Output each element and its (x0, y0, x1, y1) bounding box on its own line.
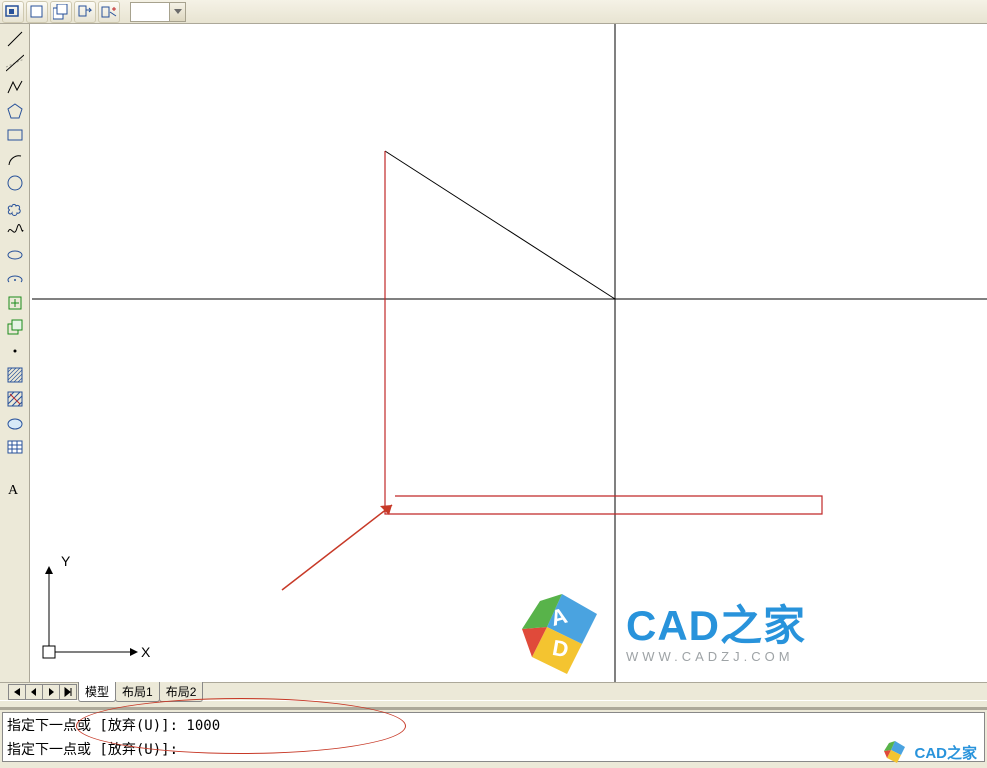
watermark-small-text: CAD之家 (915, 742, 978, 763)
drawing-svg: Y X (32, 24, 987, 682)
watermark-logo: A D CAD之家 WWW.CADZJ.COM (512, 589, 806, 679)
insert-block-tool[interactable] (3, 292, 27, 314)
tab-layout1[interactable]: 布局1 (115, 682, 160, 702)
gradient-tool[interactable] (3, 388, 27, 410)
circle-tool[interactable] (3, 172, 27, 194)
line-tool[interactable] (3, 28, 27, 50)
tab-model[interactable]: 模型 (78, 682, 116, 702)
polygon-tool[interactable] (3, 100, 27, 122)
tab-layout2[interactable]: 布局2 (159, 682, 204, 702)
scale-dropdown[interactable] (130, 2, 186, 22)
watermark-main: CAD之家 (626, 605, 806, 647)
tab-prev-icon[interactable] (25, 684, 43, 700)
arc-tool[interactable] (3, 148, 27, 170)
command-history-line: 指定下一点或 [放弃(U)]: 1000 (3, 713, 984, 737)
mtext-tool[interactable]: A (3, 478, 27, 500)
view-regen-icon[interactable] (98, 1, 120, 23)
spline-tool[interactable] (3, 220, 27, 242)
tab-last-icon[interactable] (59, 684, 77, 700)
watermark-small: CAD之家 (881, 740, 978, 764)
command-window: 指定下一点或 [放弃(U)]: 1000 指定下一点或 [放弃(U)]: (0, 708, 987, 762)
view-zoom-window-icon[interactable] (26, 1, 48, 23)
hatch-tool[interactable] (3, 364, 27, 386)
ucs-y-label: Y (61, 553, 71, 569)
tab-next-icon[interactable] (42, 684, 60, 700)
svg-text:A: A (8, 483, 19, 498)
ellipse-tool[interactable] (3, 244, 27, 266)
construction-line-tool[interactable] (3, 52, 27, 74)
table-tool[interactable] (3, 436, 27, 458)
point-tool[interactable] (3, 340, 27, 362)
rectangle-tool[interactable] (3, 124, 27, 146)
cube-icon (881, 740, 909, 764)
view-pan-icon[interactable] (74, 1, 96, 23)
command-input-line[interactable]: 指定下一点或 [放弃(U)]: (3, 737, 984, 761)
top-toolbar (0, 0, 987, 24)
chevron-down-icon[interactable] (169, 3, 185, 21)
main-area: A Y X (0, 24, 987, 682)
watermark-sub: WWW.CADZJ.COM (626, 649, 806, 664)
view-fit-icon[interactable] (2, 1, 24, 23)
cube-icon: A D (512, 589, 612, 679)
make-block-tool[interactable] (3, 316, 27, 338)
drawing-canvas[interactable]: Y X A D CAD之家 WWW.CADZJ.COM (30, 24, 987, 682)
region-tool[interactable] (3, 412, 27, 434)
view-zoom-extents-icon[interactable] (50, 1, 72, 23)
tab-first-icon[interactable] (8, 684, 26, 700)
revision-cloud-tool[interactable] (3, 196, 27, 218)
draw-toolbar: A (0, 24, 30, 682)
polyline-tool[interactable] (3, 76, 27, 98)
ucs-x-label: X (141, 644, 151, 660)
layout-tabs: 模型 布局1 布局2 (0, 682, 987, 700)
ellipse-arc-tool[interactable] (3, 268, 27, 290)
